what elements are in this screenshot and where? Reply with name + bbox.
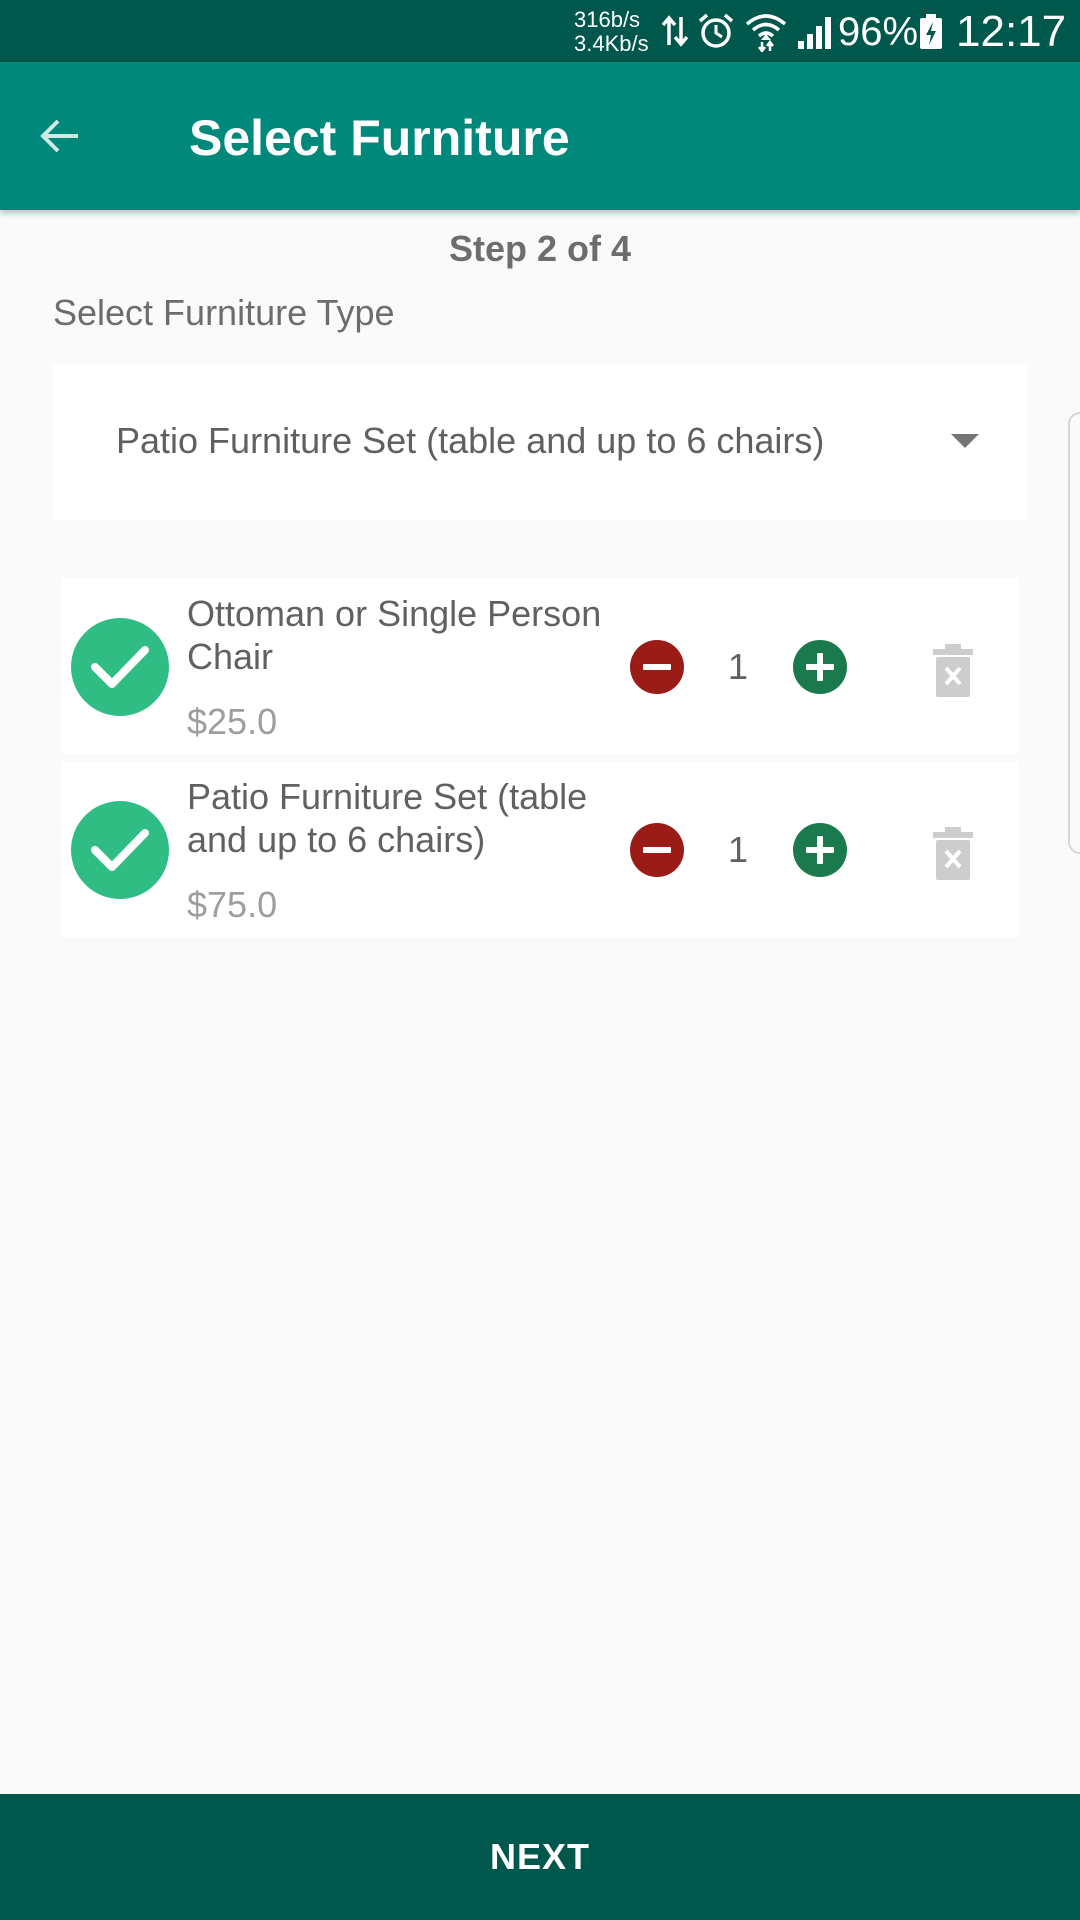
next-button-label: NEXT	[489, 1836, 590, 1877]
furniture-type-dropdown[interactable]: Patio Furniture Set (table and up to 6 c…	[53, 364, 1027, 520]
furniture-type-label: Select Furniture Type	[53, 292, 395, 333]
item-quantity: 1	[727, 829, 749, 870]
alarm-icon	[696, 11, 736, 51]
decrease-quantity-button[interactable]	[630, 823, 684, 877]
dropdown-arrow-icon	[951, 434, 979, 448]
item-name: Patio Furniture Set (table and up to 6 c…	[187, 776, 588, 860]
item-quantity: 1	[727, 646, 749, 687]
status-icons	[660, 8, 836, 54]
step-indicator: Step 2 of 4	[448, 228, 632, 269]
arrow-back-icon	[38, 114, 82, 163]
wifi-icon	[744, 10, 788, 52]
app-bar: Select Furniture	[0, 62, 1080, 210]
item-price: $25.0	[187, 701, 278, 742]
check-icon	[71, 618, 169, 716]
battery-percent: 96%	[838, 10, 919, 54]
increase-quantity-button[interactable]	[793, 640, 847, 694]
item-name: Ottoman or Single Person Chair	[187, 593, 602, 677]
status-bar: 316b/s 3.4Kb/s 96% 12:17	[0, 0, 1080, 62]
trash-icon	[929, 644, 977, 702]
back-button[interactable]	[26, 104, 94, 172]
trash-icon	[929, 827, 977, 885]
list-item: Patio Furniture Set (table and up to 6 c…	[61, 761, 1019, 937]
delete-item-button[interactable]	[929, 644, 977, 698]
download-speed: 3.4Kb/s	[574, 31, 649, 56]
page-title: Select Furniture	[189, 110, 570, 166]
check-icon	[71, 801, 169, 899]
list-item: Ottoman or Single Person Chair $25.0 1	[61, 578, 1019, 754]
edge-panel-handle[interactable]	[1068, 412, 1080, 854]
network-speed: 316b/s 3.4Kb/s	[574, 8, 649, 56]
dropdown-selected-value: Patio Furniture Set (table and up to 6 c…	[116, 420, 825, 461]
upload-speed: 316b/s	[574, 7, 641, 32]
battery-charging-icon	[918, 14, 944, 55]
cell-signal-icon	[796, 11, 836, 51]
next-button[interactable]: NEXT	[0, 1794, 1080, 1920]
increase-quantity-button[interactable]	[793, 823, 847, 877]
decrease-quantity-button[interactable]	[630, 640, 684, 694]
data-transfer-icon	[660, 11, 690, 51]
clock: 12:17	[956, 7, 1067, 56]
delete-item-button[interactable]	[929, 827, 977, 881]
item-price: $75.0	[187, 884, 278, 925]
